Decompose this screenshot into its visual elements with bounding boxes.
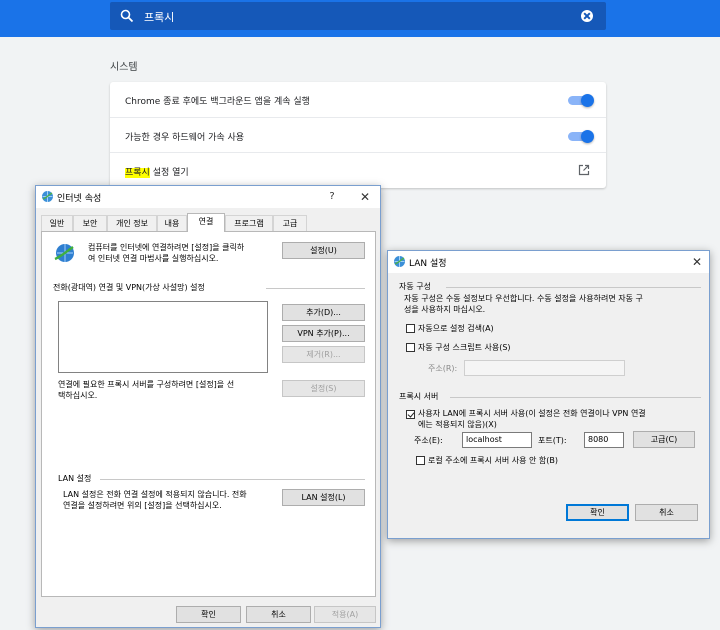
lan-settings-button[interactable]: LAN 설정(L) xyxy=(282,489,365,506)
proxy-description-line-1: 연결에 필요한 프록시 서버를 구성하려면 [설정]을 선 xyxy=(58,380,235,389)
connections-tab-panel: 컴퓨터를 인터넷에 연결하려면 [설정]을 클릭하 여 인터넷 연결 마법사를 … xyxy=(41,231,376,597)
tab-content[interactable]: 내용 xyxy=(157,215,187,231)
auto-script-label: 자동 구성 스크립트 사용(S) xyxy=(418,343,511,352)
clear-search-icon[interactable] xyxy=(581,10,593,22)
tab-programs[interactable]: 프로그램 xyxy=(225,215,273,231)
connection-wizard-icon xyxy=(54,244,74,262)
dialog-title: 인터넷 속성 xyxy=(57,194,102,204)
use-proxy-label-line-1: 사용자 LAN에 프록시 서버 사용(이 설정은 전화 연결이나 VPN 연결 xyxy=(418,409,646,418)
proxy-address-label: 주소(E): xyxy=(414,436,443,445)
advanced-button[interactable]: 고급(C) xyxy=(633,431,695,448)
internet-globe-icon xyxy=(394,256,405,267)
tab-security[interactable]: 보안 xyxy=(73,215,107,231)
lan-description-line-2: 연결을 설정하려면 위의 [설정]을 선택하십시오. xyxy=(63,501,222,510)
proxy-description-line-2: 택하십시오. xyxy=(58,391,98,400)
search-input[interactable]: 프록시 xyxy=(144,9,174,25)
port-label: 포트(T): xyxy=(538,436,567,445)
cancel-button[interactable]: 취소 xyxy=(246,606,311,623)
background-apps-row[interactable]: Chrome 종료 후에도 백그라운드 앱을 계속 실행 xyxy=(110,82,606,118)
hardware-accel-label: 가능한 경우 하드웨어 가속 사용 xyxy=(125,133,245,143)
port-input[interactable]: 8080 xyxy=(584,432,624,448)
connection-settings-button[interactable]: 설정(S) xyxy=(282,380,365,397)
background-apps-label: Chrome 종료 후에도 백그라운드 앱을 계속 실행 xyxy=(125,97,310,107)
auto-config-description-line-2: 성을 사용하지 마십시오. xyxy=(404,305,486,314)
script-address-input[interactable] xyxy=(464,360,625,376)
chrome-settings-header: 프록시 xyxy=(0,0,720,37)
toggle-knob xyxy=(581,130,594,143)
divider xyxy=(450,397,701,398)
apply-button[interactable]: 적용(A) xyxy=(314,606,376,623)
setup-description-line-2: 여 인터넷 연결 마법사를 실행하십시오. xyxy=(88,254,219,263)
cancel-button[interactable]: 취소 xyxy=(635,504,698,521)
dialup-vpn-header: 전화(광대역) 연결 및 VPN(가상 사설망) 설정 xyxy=(53,283,205,292)
open-proxy-settings-label: 프록시 설정 열기 xyxy=(125,165,189,178)
auto-detect-label: 자동으로 설정 검색(A) xyxy=(418,324,494,333)
auto-config-description-line-1: 자동 구성은 수동 설정보다 우선합니다. 수동 설정을 사용하려면 자동 구 xyxy=(404,294,643,303)
auto-detect-checkbox[interactable] xyxy=(406,324,415,333)
use-proxy-label-line-2: 에는 적용되지 않음)(X) xyxy=(418,420,497,429)
tab-general[interactable]: 일반 xyxy=(41,215,73,231)
proxy-address-input[interactable]: localhost xyxy=(462,432,532,448)
open-proxy-settings-row[interactable]: 프록시 설정 열기 xyxy=(110,152,606,188)
bypass-local-checkbox[interactable] xyxy=(416,456,425,465)
close-button[interactable]: ✕ xyxy=(357,189,373,205)
title-bar[interactable]: 인터넷 속성 ? ✕ xyxy=(36,186,380,208)
tab-privacy[interactable]: 개인 정보 xyxy=(107,215,157,231)
help-button[interactable]: ? xyxy=(324,189,340,205)
internet-options-dialog: 인터넷 속성 ? ✕ 일반 보안 개인 정보 내용 연결 프로그램 고급 컴퓨터… xyxy=(35,185,381,628)
search-highlight: 프록시 xyxy=(125,168,150,178)
connections-listbox[interactable] xyxy=(58,301,268,373)
settings-search-bar[interactable]: 프록시 xyxy=(110,2,606,30)
system-settings-card: Chrome 종료 후에도 백그라운드 앱을 계속 실행 가능한 경우 하드웨어… xyxy=(110,82,606,188)
ok-button[interactable]: 확인 xyxy=(566,504,629,521)
open-external-icon[interactable] xyxy=(578,164,590,176)
add-connection-button[interactable]: 추가(D)... xyxy=(282,304,365,321)
auto-script-checkbox[interactable] xyxy=(406,343,415,352)
lan-settings-dialog: LAN 설정 ✕ 자동 구성 자동 구성은 수동 설정보다 우선합니다. 수동 … xyxy=(387,250,710,539)
divider xyxy=(446,287,701,288)
internet-globe-icon xyxy=(42,191,53,202)
proxy-server-header: 프록시 서버 xyxy=(399,392,439,401)
hardware-accel-toggle[interactable] xyxy=(568,130,594,143)
tab-advanced[interactable]: 고급 xyxy=(273,215,307,231)
use-proxy-checkbox[interactable] xyxy=(406,410,415,419)
script-address-label: 주소(R): xyxy=(428,364,458,373)
proxy-settings-text: 설정 열기 xyxy=(149,168,189,178)
divider xyxy=(266,288,365,289)
remove-connection-button[interactable]: 제거(R)... xyxy=(282,346,365,363)
search-icon xyxy=(120,9,134,23)
background-apps-toggle[interactable] xyxy=(568,94,594,107)
bypass-local-label: 로컬 주소에 프록시 서버 사용 안 함(B) xyxy=(428,456,559,465)
toggle-knob xyxy=(581,94,594,107)
auto-config-header: 자동 구성 xyxy=(399,282,431,291)
dialog-title: LAN 설정 xyxy=(409,259,447,269)
hardware-accel-row[interactable]: 가능한 경우 하드웨어 가속 사용 xyxy=(110,117,606,153)
setup-button[interactable]: 설정(U) xyxy=(282,242,365,259)
close-button[interactable]: ✕ xyxy=(689,254,705,270)
lan-settings-header: LAN 설정 xyxy=(58,474,92,483)
section-title-system: 시스템 xyxy=(110,62,138,73)
lan-description-line-1: LAN 설정은 전화 연결 설정에 적용되지 않습니다. 전화 xyxy=(63,490,247,499)
setup-description-line-1: 컴퓨터를 인터넷에 연결하려면 [설정]을 클릭하 xyxy=(88,243,245,252)
ok-button[interactable]: 확인 xyxy=(176,606,241,623)
title-bar[interactable]: LAN 설정 ✕ xyxy=(388,251,709,273)
add-vpn-button[interactable]: VPN 추가(P)... xyxy=(282,325,365,342)
tab-connections[interactable]: 연결 xyxy=(187,213,225,232)
divider xyxy=(100,479,365,480)
